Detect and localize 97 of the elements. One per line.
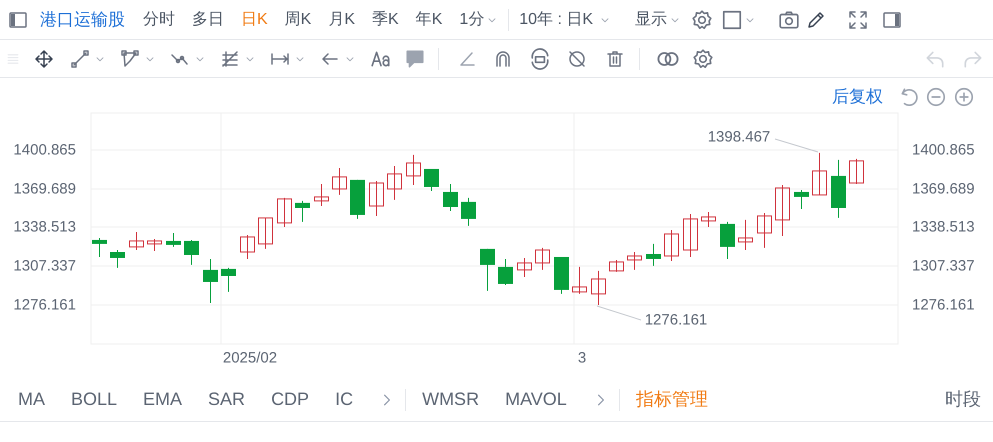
candle (443, 184, 458, 212)
indicator-tab[interactable]: IC (335, 386, 354, 413)
move-icon[interactable] (34, 48, 54, 68)
candle (387, 165, 402, 200)
candle (535, 247, 550, 270)
settings-icon[interactable] (692, 48, 714, 70)
candle (794, 189, 809, 210)
price-axis-label: 1400.865 (13, 142, 76, 158)
candle (609, 259, 624, 272)
candle (591, 270, 606, 306)
trash-icon[interactable] (605, 48, 625, 68)
candle (683, 213, 698, 258)
indicator-tab[interactable]: BOLL (71, 386, 118, 413)
candle (664, 230, 679, 262)
settings-icon[interactable] (691, 8, 714, 30)
date-axis-label: 2025/02 (222, 350, 278, 366)
candle (831, 159, 846, 218)
candle (757, 212, 772, 248)
square-icon[interactable] (721, 8, 744, 30)
price-axis-label: 1276.161 (912, 296, 975, 314)
adjust-link[interactable]: 后复权 (832, 84, 883, 110)
zoom-in-icon[interactable] (953, 86, 975, 108)
candle (92, 237, 107, 258)
candle (221, 267, 236, 292)
polygon-tool-icon[interactable] (120, 48, 140, 68)
camera-icon[interactable] (778, 8, 800, 30)
indicator-tab[interactable]: EMA (143, 386, 182, 413)
period-tab[interactable]: 分时 (143, 8, 175, 32)
indicator-tab[interactable]: SAR (208, 386, 246, 413)
hide-icon[interactable] (567, 48, 587, 68)
candle (480, 248, 495, 292)
candle (166, 232, 181, 248)
period-tab[interactable]: 多日 (192, 8, 224, 32)
date-axis-label: 3 (578, 350, 586, 366)
candle (369, 180, 384, 216)
candle (147, 238, 162, 252)
candle (572, 266, 587, 294)
candle (646, 243, 661, 266)
candle (277, 197, 292, 228)
candle (461, 197, 476, 226)
price-axis-label: 1369.689 (912, 180, 975, 198)
price-axis-label: 1307.337 (912, 258, 975, 274)
candle (258, 217, 273, 250)
period-tab[interactable]: 季K (372, 8, 399, 32)
candle (129, 231, 144, 250)
indicator-tab[interactable]: MAVOL (505, 386, 567, 413)
candle (406, 154, 421, 186)
price-axis-label: 1369.689 (13, 180, 76, 198)
candle (332, 167, 347, 196)
candle (738, 219, 753, 250)
low-price-label: 1276.161 (644, 312, 708, 328)
price-axis-label: 1338.513 (13, 218, 76, 236)
period-tab[interactable]: 年K (416, 8, 442, 32)
range-dropdown[interactable]: 10年 : 日K (519, 8, 594, 32)
candle (350, 179, 365, 220)
candle (110, 250, 125, 268)
display-dropdown[interactable]: 显示 (635, 8, 668, 32)
lock-cycle-icon[interactable] (529, 48, 551, 70)
candle (184, 239, 199, 266)
pencil-icon[interactable] (806, 10, 826, 30)
candle (812, 152, 827, 196)
candle (720, 221, 735, 260)
candle (775, 184, 790, 236)
leader-line (596, 306, 642, 320)
minute-dropdown[interactable]: 1分 (459, 8, 484, 32)
candle (627, 252, 642, 270)
candle (849, 158, 864, 184)
price-axis-label: 1276.161 (13, 296, 76, 314)
period-tab[interactable]: 月K (328, 8, 356, 32)
candle (314, 184, 329, 206)
candle (203, 258, 218, 304)
indicator-tab[interactable]: CDP (271, 386, 310, 413)
candle (295, 200, 310, 222)
price-axis-label: 1338.513 (912, 218, 975, 236)
indicator-tab[interactable]: MA (18, 386, 45, 413)
candle (498, 258, 513, 286)
grip-icon[interactable] (6, 52, 20, 66)
candle (554, 256, 569, 294)
fibonacci-tool-icon[interactable] (220, 48, 240, 68)
price-axis-label: 1307.337 (13, 258, 76, 274)
fullscreen-icon[interactable] (848, 10, 868, 30)
line-tool-icon[interactable] (70, 48, 90, 68)
comment-icon[interactable] (404, 48, 426, 70)
candle (424, 168, 439, 192)
high-price-label: 1398.467 (708, 128, 770, 146)
candle (517, 257, 532, 278)
leader-line (774, 138, 818, 152)
candle (240, 234, 255, 260)
symbol-name[interactable]: 港口运输股 (40, 6, 125, 32)
zoom-out-icon[interactable] (925, 86, 947, 108)
indicator-tab[interactable]: WMSR (422, 386, 480, 413)
session-tab[interactable]: 时段 (945, 386, 981, 413)
panel-toggle-icon[interactable] (882, 10, 902, 30)
candle (701, 211, 716, 228)
sidebar-toggle-icon[interactable] (8, 10, 28, 30)
price-axis-label: 1400.865 (912, 142, 975, 158)
period-tab[interactable]: 周K (284, 8, 312, 32)
